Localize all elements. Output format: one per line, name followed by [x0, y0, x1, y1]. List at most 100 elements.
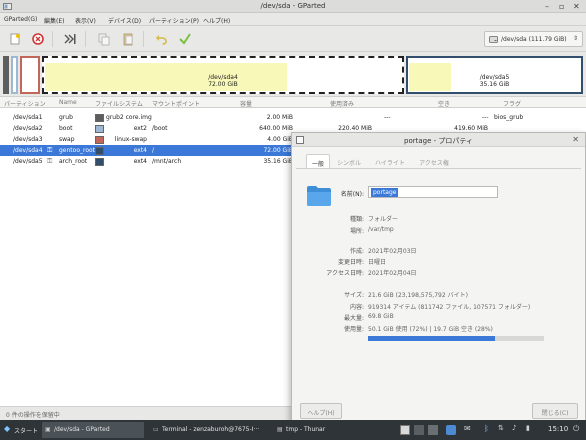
key-icon: ⚿	[47, 157, 53, 165]
partition-size: 72.00 GiB	[208, 81, 238, 88]
partition-block-sda5[interactable]: /dev/sda5 35.16 GiB	[406, 56, 583, 94]
minimize-button[interactable]: –	[545, 2, 549, 11]
cell-partition: /dev/sda1	[13, 114, 43, 121]
key-icon: ⚿	[47, 146, 53, 154]
tab-permissions[interactable]: アクセス権	[414, 154, 454, 168]
menu-edit[interactable]: 編集(E)	[44, 16, 64, 25]
toolbar: /dev/sda (111.79 GiB) ⇕	[0, 26, 586, 52]
tab-highlight[interactable]: ハイライト	[370, 154, 410, 168]
task-terminal[interactable]: ▭ Terminal - zenzaburoh@7675-I···	[150, 422, 270, 438]
cell-filesystem: ext4	[133, 158, 147, 165]
filesystem-swatch	[95, 136, 104, 144]
filesystem-swatch	[95, 114, 104, 122]
tray-app-icon[interactable]	[446, 425, 456, 435]
copy-icon[interactable]	[97, 32, 111, 46]
bluetooth-icon[interactable]: ᛒ	[484, 424, 489, 433]
col-free[interactable]: 空き	[438, 99, 450, 108]
dialog-titlebar: portage - プロパティ ✕	[292, 133, 585, 147]
usage-bar	[368, 336, 544, 341]
cell-size: 72.00 GiB	[263, 147, 293, 154]
partition-block-sda1[interactable]	[3, 56, 9, 94]
close-dialog-button[interactable]: 閉じる(C)	[532, 403, 578, 419]
cell-name: swap	[59, 136, 75, 143]
battery-icon[interactable]: ▮	[526, 424, 530, 432]
menu-gparted[interactable]: GParted(G)	[4, 16, 37, 23]
task-label: /dev/sda - GParted	[54, 426, 110, 433]
col-mountpoint[interactable]: マウントポイント	[152, 99, 200, 108]
device-selector[interactable]: /dev/sda (111.79 GiB) ⇕	[484, 31, 583, 47]
tray-app-icon[interactable]	[400, 425, 410, 435]
name-label: 名前(N):	[340, 191, 364, 198]
paste-icon[interactable]	[121, 32, 135, 46]
cell-name: arch_root	[59, 158, 88, 165]
cell-partition: /dev/sda2	[13, 125, 43, 132]
partition-block-sda3[interactable]	[20, 56, 40, 94]
delete-icon[interactable]	[31, 32, 45, 46]
menu-partition[interactable]: パーティション(P)	[149, 16, 199, 25]
disk-graphic: /dev/sda4 72.00 GiB /dev/sda5 35.16 GiB	[0, 52, 586, 96]
name-value: portage	[371, 188, 399, 197]
usage-label: 使用量:	[343, 326, 364, 333]
properties-dialog: portage - プロパティ ✕ 一般 シンボル ハイライト アクセス権 名前…	[291, 132, 586, 424]
created-label: 作成:	[349, 248, 364, 255]
maximize-button[interactable]: ▫	[559, 2, 564, 11]
modified-value: 日曜日	[368, 259, 387, 266]
col-flags[interactable]: フラグ	[503, 99, 521, 108]
filesystem-swatch	[95, 147, 104, 155]
close-button[interactable]: ✕	[573, 2, 580, 11]
task-thunar[interactable]: ▤ tmp - Thunar	[274, 422, 338, 438]
col-size[interactable]: 容量	[240, 99, 252, 108]
menu-device[interactable]: デバイス(D)	[108, 16, 141, 25]
partition-name: /dev/sda5	[479, 74, 510, 81]
new-partition-icon[interactable]	[8, 32, 22, 46]
clock[interactable]: 15:10	[548, 425, 568, 433]
undo-icon[interactable]	[154, 32, 168, 46]
col-name[interactable]: Name	[59, 99, 77, 106]
accessed-value: 2021年02月04日	[368, 270, 417, 277]
cell-free: ---	[482, 114, 489, 121]
dialog-close-icon[interactable]: ✕	[572, 135, 579, 144]
help-button[interactable]: ヘルプ(H)	[300, 403, 342, 419]
modified-label: 変更日時:	[337, 259, 364, 266]
task-label: tmp - Thunar	[286, 426, 326, 433]
cell-size: 2.00 MiB	[266, 114, 293, 121]
chat-icon[interactable]: ✉	[464, 424, 471, 433]
cell-used: 220.40 MiB	[338, 125, 372, 132]
toolbar-separator	[143, 31, 144, 47]
cell-name: gentoo_root	[59, 147, 96, 154]
name-field[interactable]: portage	[368, 186, 498, 198]
harddisk-icon	[489, 36, 498, 43]
contents-value: 919314 アイテム (811742 ファイル, 107571 フォルダー)	[368, 304, 531, 311]
cell-mountpoint: /mnt/arch	[152, 158, 182, 165]
tray-app-icon[interactable]	[414, 425, 424, 435]
col-used[interactable]: 使用済み	[330, 99, 354, 108]
size-label: サイズ:	[344, 292, 364, 299]
partition-block-sda2[interactable]	[11, 56, 18, 94]
volume-icon[interactable]: ♪	[512, 424, 516, 432]
tab-emblems[interactable]: シンボル	[332, 154, 366, 168]
cell-used: ---	[384, 114, 391, 121]
tab-general[interactable]: 一般	[306, 154, 330, 168]
col-partition[interactable]: パーティション	[4, 99, 46, 108]
resize-move-icon[interactable]	[63, 32, 77, 46]
kind-value: フォルダー	[368, 216, 399, 223]
start-button[interactable]: スタート	[14, 426, 38, 435]
cell-flags: bios_grub	[494, 114, 524, 121]
filesystem-swatch	[95, 125, 104, 133]
menu-help[interactable]: ヘルプ(H)	[203, 16, 230, 25]
apply-icon[interactable]	[178, 32, 192, 46]
tray-app-icon[interactable]	[428, 425, 438, 435]
partition-name: /dev/sda4	[208, 74, 238, 81]
partition-block-sda4[interactable]: /dev/sda4 72.00 GiB	[42, 56, 404, 94]
network-icon[interactable]: ⇅	[498, 424, 504, 432]
menu-view[interactable]: 表示(V)	[75, 16, 96, 25]
partition-label-sda4: /dev/sda4 72.00 GiB	[44, 74, 402, 88]
accessed-label: アクセス日時:	[326, 270, 364, 277]
capacity-label: 最大量:	[343, 315, 364, 322]
table-row[interactable]: /dev/sda1 grub grub2 core.img 2.00 MiB -…	[0, 112, 586, 123]
task-gparted[interactable]: ▣ /dev/sda - GParted	[42, 422, 144, 438]
col-filesystem[interactable]: ファイルシステム	[95, 99, 143, 108]
start-icon[interactable]: ◆	[4, 424, 10, 433]
tab-divider	[296, 168, 581, 169]
power-icon[interactable]: ⏻	[573, 424, 579, 434]
